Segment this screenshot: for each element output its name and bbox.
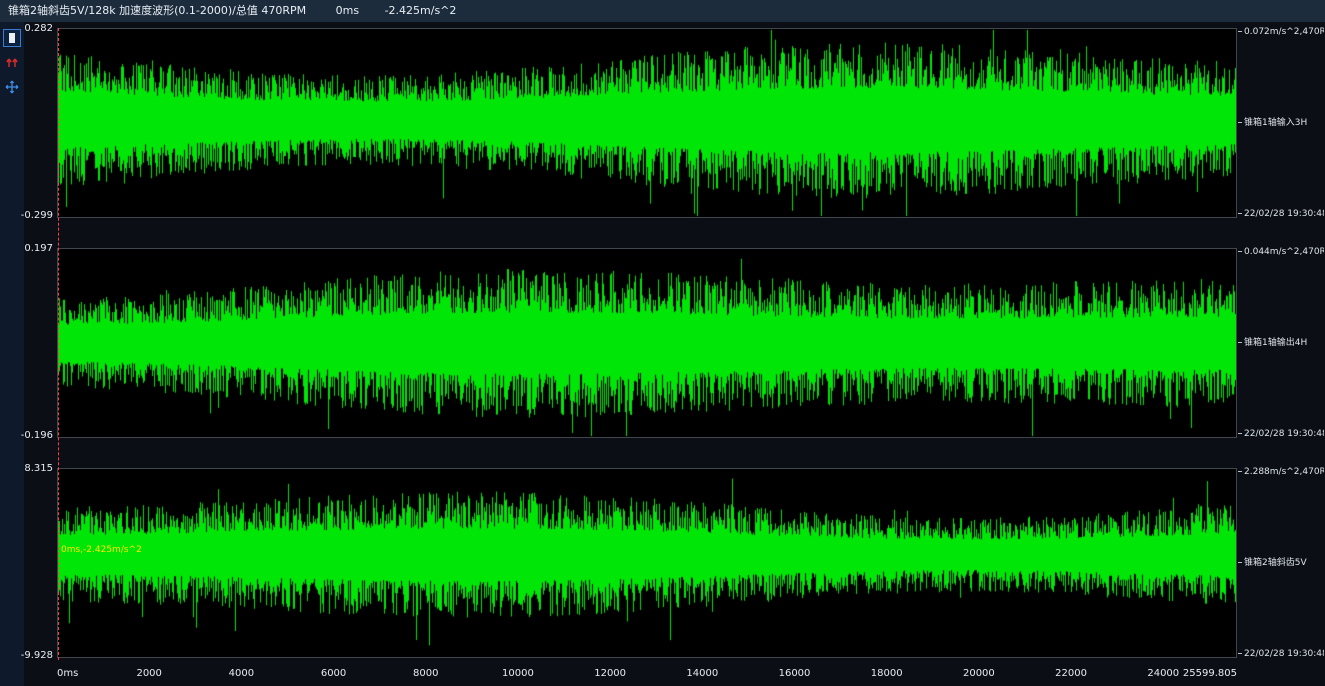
x-tick-label: 25599.805 (1183, 668, 1237, 679)
waveform-canvas-channel3[interactable] (58, 469, 1236, 657)
measurement-cursor-line[interactable] (58, 28, 59, 660)
waveform-panel-3 (57, 468, 1237, 658)
waveform-panel-2 (57, 248, 1237, 438)
move-tool-icon (5, 79, 19, 98)
x-tick-label: 14000 (686, 668, 718, 679)
timestamp-ch2: 22/02/28 19:30:48 (1238, 428, 1324, 440)
channel-name-ch3: 锥箱2轴斜齿5V (1238, 557, 1324, 569)
x-tick-label: 10000 (502, 668, 534, 679)
harmonic-cursor-button[interactable] (3, 54, 21, 72)
overall-value-ch3: 2.288m/s^2,470RPM (1238, 466, 1324, 478)
x-tick-label: 18000 (871, 668, 903, 679)
timestamp-ch3: 22/02/28 19:30:48 (1238, 648, 1324, 660)
channel-name-ch2: 锥箱1轴输出4H (1238, 337, 1324, 349)
y-max-label-ch1: 0.282 (0, 23, 53, 35)
x-tick-label: 2000 (136, 668, 161, 679)
title-bar: 锥箱2轴斜齿5V/128k 加速度波形(0.1-2000)/总值 470RPM … (0, 0, 1325, 22)
waveform-canvas-channel1[interactable] (58, 29, 1236, 217)
cursor-value-readout: -2.425m/s^2 (385, 4, 457, 17)
x-tick-label: 6000 (321, 668, 346, 679)
y-max-label-ch2: 0.197 (0, 243, 53, 255)
red-up-arrows-icon (5, 54, 19, 73)
y-min-label-ch3: -9.928 (0, 650, 53, 662)
window-title: 锥箱2轴斜齿5V/128k 加速度波形(0.1-2000)/总值 470RPM (8, 4, 306, 17)
channel-name-ch1: 锥箱1轴输入3H (1238, 117, 1324, 129)
timestamp-ch1: 22/02/28 19:30:48 (1238, 208, 1324, 220)
y-max-label-ch3: 8.315 (0, 463, 53, 475)
y-min-label-ch1: -0.299 (0, 210, 53, 222)
waveform-panel-1 (57, 28, 1237, 218)
cursor-time-readout: 0ms (336, 4, 359, 17)
x-axis: 0ms 2000 4000 6000 8000 10000 12000 14000 16000 1… (57, 668, 1237, 684)
x-tick-label: 20000 (963, 668, 995, 679)
x-tick-label: 12000 (594, 668, 626, 679)
cursor-annotation: 0ms,-2.425m/s^2 (61, 545, 142, 555)
x-tick-label: 16000 (779, 668, 811, 679)
pan-tool-button[interactable] (3, 79, 21, 97)
y-min-label-ch2: -0.196 (0, 430, 53, 442)
x-tick-label: 24000 (1147, 668, 1179, 679)
waveform-canvas-channel2[interactable] (58, 249, 1236, 437)
overall-value-ch2: 0.044m/s^2,470RPM (1238, 246, 1324, 258)
x-tick-label: 8000 (413, 668, 438, 679)
overall-value-ch1: 0.072m/s^2,470RPM (1238, 26, 1324, 38)
left-toolbar (0, 22, 24, 686)
x-tick-label: 4000 (229, 668, 254, 679)
x-tick-label: 0ms (57, 668, 78, 679)
x-tick-label: 22000 (1055, 668, 1087, 679)
vibration-analysis-window: 锥箱2轴斜齿5V/128k 加速度波形(0.1-2000)/总值 470RPM … (0, 0, 1325, 686)
